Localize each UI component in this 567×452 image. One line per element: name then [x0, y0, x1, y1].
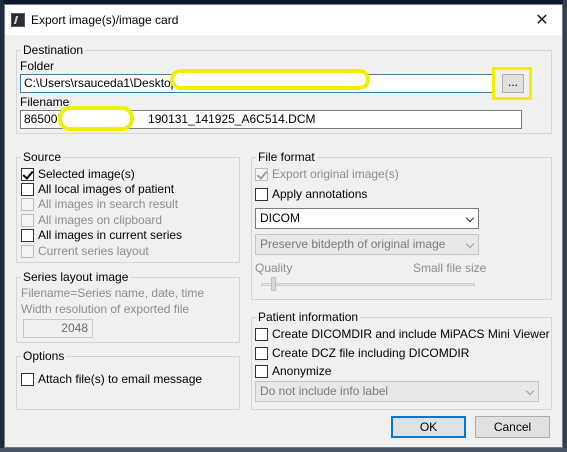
source-title: Source [21, 150, 64, 164]
background-bottom [0, 448, 567, 452]
source-current-series-checkbox[interactable] [21, 229, 34, 242]
quality-label: Quality [255, 261, 293, 275]
attach-email-checkbox[interactable] [21, 373, 34, 386]
chevron-down-icon [525, 386, 535, 396]
width-resolution-label: Width resolution of exported file [21, 302, 190, 316]
filename-suffix: 190131_141925_A6C514.DCM [148, 112, 316, 126]
patient-info-title: Patient information [256, 310, 361, 324]
source-all-local-images-label: All local images of patient [38, 182, 175, 196]
title-bar[interactable]: Export image(s)/image card ✕ [5, 5, 562, 35]
source-search-result-checkbox [21, 198, 34, 211]
chevron-down-icon [465, 239, 475, 249]
background-right [563, 0, 567, 452]
source-series-layout-label: Current series layout [38, 244, 149, 258]
redacted-folder-highlight [170, 69, 370, 90]
quality-slider-track [261, 283, 475, 286]
create-dcz-label: Create DCZ file including DICOMDIR [272, 346, 470, 360]
chevron-down-icon [465, 213, 475, 223]
bitdepth-select: Preserve bitdepth of original image [255, 234, 479, 255]
format-select-value: DICOM [260, 211, 300, 225]
close-button[interactable]: ✕ [522, 5, 562, 35]
folder-label: Folder [20, 59, 55, 73]
attach-email-label: Attach file(s) to email message [38, 372, 203, 386]
info-label-select: Do not include info label [255, 381, 539, 402]
folder-value: C:\Users\rsauceda1\Desktop\ [24, 76, 181, 90]
quality-slider [271, 277, 276, 291]
app-icon [11, 13, 25, 27]
width-resolution-input: 2048 [23, 319, 93, 338]
file-format-title: File format [256, 150, 317, 164]
redacted-filename-highlight [58, 106, 134, 131]
anonymize-checkbox[interactable] [255, 365, 268, 378]
create-dicomdir-label: Create DICOMDIR and include MiPACS Mini … [272, 327, 550, 341]
create-dicomdir-checkbox[interactable] [255, 328, 268, 341]
small-file-size-label: Small file size [413, 261, 487, 275]
export-dialog: Export image(s)/image card ✕ Destination… [4, 4, 563, 448]
source-series-layout-checkbox [21, 245, 34, 258]
export-original-label: Export original image(s) [272, 167, 399, 181]
export-original-checkbox [255, 168, 268, 181]
bitdepth-select-value: Preserve bitdepth of original image [260, 237, 446, 251]
filename-label: Filename [20, 95, 70, 109]
source-clipboard-checkbox [21, 214, 34, 227]
ok-button[interactable]: OK [391, 416, 466, 438]
apply-annotations-checkbox[interactable] [255, 188, 268, 201]
source-selected-images-checkbox[interactable] [21, 168, 34, 181]
source-search-result-label: All images in search result [38, 197, 179, 211]
source-current-series-label: All images in current series [38, 228, 183, 242]
browse-folder-button[interactable]: ... [502, 74, 524, 93]
series-filename-note: Filename=Series name, date, time [21, 286, 205, 300]
format-select[interactable]: DICOM [255, 208, 479, 229]
source-clipboard-label: All images on clipboard [38, 213, 163, 227]
anonymize-label: Anonymize [272, 364, 332, 378]
source-all-local-images-checkbox[interactable] [21, 183, 34, 196]
cancel-button[interactable]: Cancel [475, 416, 550, 438]
source-selected-images-label: Selected image(s) [38, 167, 135, 181]
apply-annotations-label: Apply annotations [272, 187, 368, 201]
options-title: Options [21, 349, 67, 363]
info-label-select-value: Do not include info label [260, 384, 389, 398]
create-dcz-checkbox[interactable] [255, 347, 268, 360]
series-layout-title: Series layout image [21, 270, 131, 284]
window-title: Export image(s)/image card [31, 13, 179, 27]
destination-title: Destination [21, 43, 86, 57]
